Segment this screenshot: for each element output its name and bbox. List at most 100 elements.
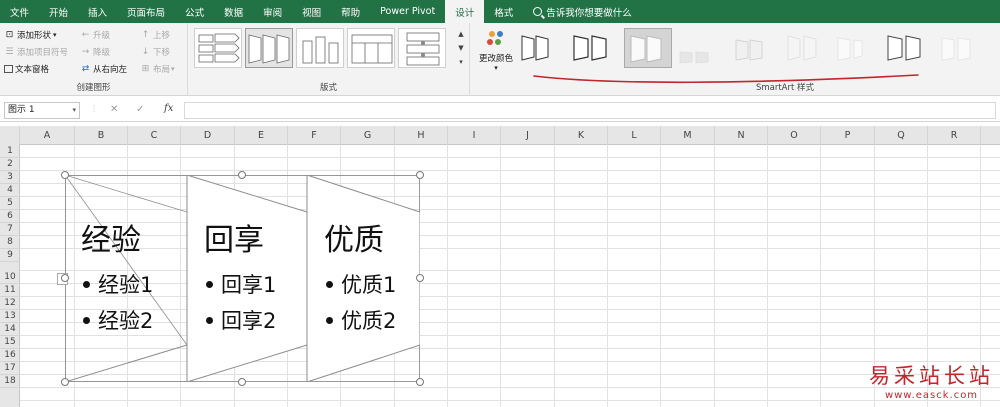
column-header-f[interactable]: F [288, 126, 341, 145]
row-header-15[interactable]: 15 [0, 336, 20, 349]
row-header-16[interactable]: 16 [0, 349, 20, 362]
column-header-j[interactable]: J [501, 126, 555, 145]
row-header-9[interactable]: 9 [0, 249, 20, 262]
style-option-7[interactable] [832, 28, 880, 68]
style-option-9[interactable] [936, 28, 984, 68]
style-option-5[interactable] [728, 28, 776, 68]
style-option-4[interactable] [676, 28, 724, 68]
tab-power-pivot[interactable]: Power Pivot [370, 0, 445, 23]
tab-help[interactable]: 帮助 [331, 0, 370, 23]
column-header-i[interactable]: I [448, 126, 501, 145]
layout-option-1[interactable] [194, 28, 242, 68]
panel-3-bullet-2[interactable]: 优质2 [326, 305, 396, 335]
text-pane-button[interactable]: 文本窗格 [4, 63, 49, 75]
resize-handle-left[interactable] [61, 274, 69, 282]
scroll-down-icon[interactable]: ▼ [456, 41, 466, 55]
resize-handle-bottom-right[interactable] [416, 378, 424, 386]
demote-button[interactable]: → 降级 [80, 46, 110, 58]
promote-button[interactable]: ← 升级 [80, 29, 110, 41]
tab-file[interactable]: 文件 [0, 0, 39, 23]
column-header-o[interactable]: O [768, 126, 821, 145]
resize-handle-right[interactable] [416, 274, 424, 282]
layout-option-4[interactable] [347, 28, 395, 68]
row-header-7[interactable]: 7 [0, 223, 20, 236]
tell-me-box[interactable]: 告诉我你想要做什么 [523, 0, 642, 23]
style-option-3-selected[interactable] [624, 28, 672, 68]
layout-option-3[interactable] [296, 28, 344, 68]
name-box[interactable]: 图示 1 ▾ [4, 102, 80, 119]
row-header-3[interactable]: 3 [0, 171, 20, 184]
row-header-5[interactable]: 5 [0, 197, 20, 210]
right-to-left-button[interactable]: ⇄ 从右向左 [80, 63, 127, 75]
more-icon[interactable]: ▾ [456, 55, 466, 69]
enter-icon[interactable]: ✓ [136, 104, 144, 115]
row-header-4[interactable]: 4 [0, 184, 20, 197]
row-header-12[interactable]: 12 [0, 297, 20, 310]
column-header-a[interactable]: A [20, 126, 75, 145]
column-header-c[interactable]: C [128, 126, 181, 145]
resize-handle-bottom-left[interactable] [61, 378, 69, 386]
panel-1-bullet-1[interactable]: 经验1 [83, 269, 153, 299]
row-header-18[interactable]: 18 [0, 375, 20, 388]
layout-gallery-scroll[interactable]: ▲ ▼ ▾ [456, 27, 466, 69]
column-header-l[interactable]: L [608, 126, 661, 145]
row-header-17[interactable]: 17 [0, 362, 20, 375]
row-header-2[interactable]: 2 [0, 158, 20, 171]
resize-handle-bottom[interactable] [238, 378, 246, 386]
add-shape-button[interactable]: ⊡ 添加形状 ▾ [4, 29, 57, 41]
layout-option-2-selected[interactable] [245, 28, 293, 68]
smartart-graphic[interactable]: ‹ 经验 经验1 经验2 回享 回享1 回享2 优质 优质1 优质2 [57, 171, 424, 386]
column-header-p[interactable]: P [821, 126, 875, 145]
move-up-button[interactable]: ↑ 上移 [140, 29, 170, 41]
column-header-q[interactable]: Q [875, 126, 928, 145]
tab-page-layout[interactable]: 页面布局 [117, 0, 175, 23]
tab-insert[interactable]: 插入 [78, 0, 117, 23]
panel-2-bullet-2[interactable]: 回享2 [206, 305, 276, 335]
row-header-10[interactable]: 10 [0, 271, 20, 284]
style-option-1[interactable] [520, 28, 568, 68]
column-header-k[interactable]: K [555, 126, 608, 145]
tab-format[interactable]: 格式 [484, 0, 523, 23]
panel-1-bullet-2[interactable]: 经验2 [83, 305, 153, 335]
row-header-6[interactable]: 6 [0, 210, 20, 223]
row-header-11[interactable]: 11 [0, 284, 20, 297]
move-down-button[interactable]: ↓ 下移 [140, 46, 170, 58]
tab-design[interactable]: 设计 [445, 0, 485, 23]
more-options-icon[interactable]: ⋮ [90, 104, 98, 113]
panel-2-title[interactable]: 回享 [204, 215, 264, 259]
scroll-up-icon[interactable]: ▲ [456, 27, 466, 41]
layout-button[interactable]: ⊞ 布局 ▾ [140, 63, 175, 75]
cancel-icon[interactable]: ✕ [110, 104, 118, 115]
row-header-14[interactable]: 14 [0, 323, 20, 336]
tab-data[interactable]: 数据 [214, 0, 253, 23]
resize-handle-top-right[interactable] [416, 171, 424, 179]
panel-1-title[interactable]: 经验 [81, 215, 141, 259]
column-header-r[interactable]: R [928, 126, 981, 145]
column-header-b[interactable]: B [75, 126, 128, 145]
layout-option-5[interactable] [398, 28, 446, 68]
row-header-13[interactable]: 13 [0, 310, 20, 323]
tab-review[interactable]: 审阅 [253, 0, 292, 23]
resize-handle-top-left[interactable] [61, 171, 69, 179]
style-option-8[interactable] [884, 28, 932, 68]
row-header-1[interactable]: 1 [0, 145, 20, 158]
cell-grid[interactable]: ‹ 经验 经验1 经验2 回享 回享1 回享2 优质 优质1 优质2 [20, 145, 1000, 407]
column-header-m[interactable]: M [661, 126, 715, 145]
column-header-d[interactable]: D [181, 126, 235, 145]
select-all-corner[interactable] [0, 126, 20, 145]
panel-3-bullet-1[interactable]: 优质1 [326, 269, 396, 299]
formula-input[interactable] [184, 102, 996, 119]
tab-home[interactable]: 开始 [39, 0, 78, 23]
column-header-h[interactable]: H [395, 126, 448, 145]
column-header-e[interactable]: E [235, 126, 288, 145]
insert-function-icon[interactable]: fx [164, 103, 173, 114]
resize-handle-top[interactable] [238, 171, 246, 179]
row-header-8[interactable]: 8 [0, 236, 20, 249]
style-option-2[interactable] [572, 28, 620, 68]
tab-formulas[interactable]: 公式 [175, 0, 214, 23]
panel-3-title[interactable]: 优质 [324, 215, 384, 259]
column-header-g[interactable]: G [341, 126, 395, 145]
column-header-n[interactable]: N [715, 126, 768, 145]
tab-view[interactable]: 视图 [292, 0, 331, 23]
add-bullet-button[interactable]: ☰ 添加项目符号 [4, 46, 68, 58]
